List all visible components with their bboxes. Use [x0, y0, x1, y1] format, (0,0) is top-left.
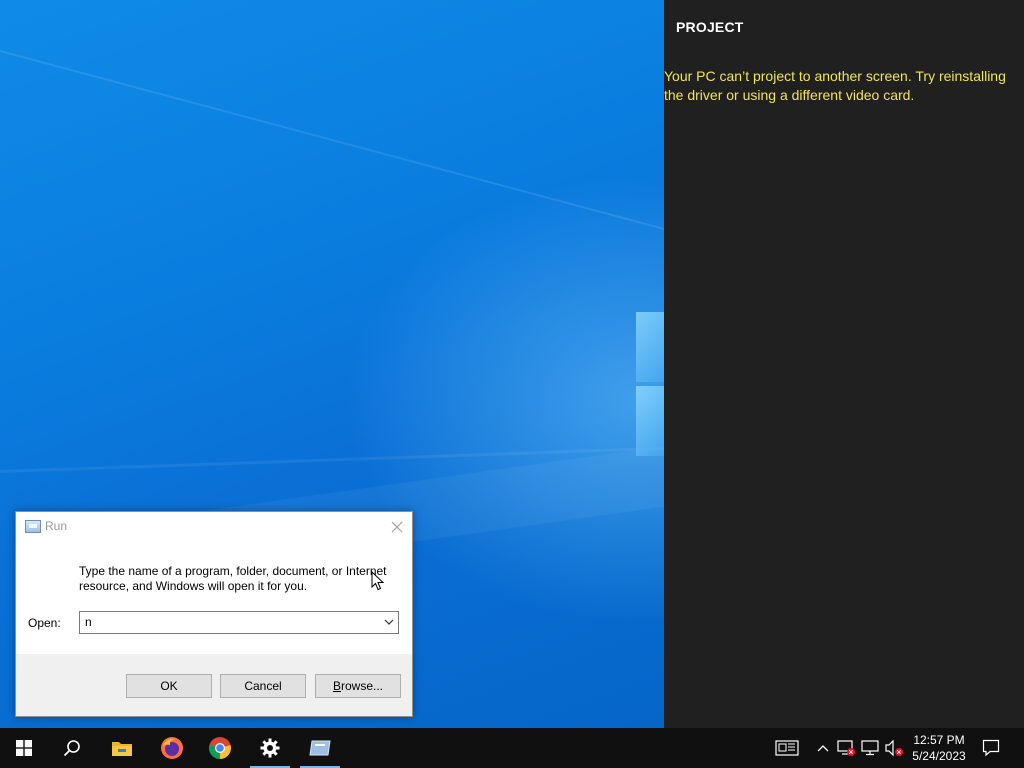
- volume-button[interactable]: [884, 738, 904, 758]
- firefox-icon: [161, 737, 183, 759]
- chevron-down-icon[interactable]: [384, 617, 394, 627]
- clock-date: 5/24/2023: [912, 749, 966, 763]
- run-footer: OK Cancel Browse...: [16, 654, 412, 716]
- browse-button[interactable]: Browse...: [315, 674, 401, 698]
- start-icon: [16, 740, 32, 756]
- project-error-message: Your PC can’t project to another screen.…: [664, 68, 1006, 103]
- news-icon: [775, 740, 799, 756]
- cancel-button[interactable]: Cancel: [220, 674, 306, 698]
- ok-button-label: OK: [160, 679, 178, 693]
- run-body: Type the name of a program, folder, docu…: [16, 542, 412, 654]
- mouse-cursor-icon: [371, 571, 385, 591]
- run-app-icon: [309, 740, 331, 756]
- run-description: Type the name of a program, folder, docu…: [79, 564, 387, 593]
- firefox-button[interactable]: [148, 728, 196, 768]
- run-title: Run: [45, 519, 68, 533]
- open-input[interactable]: n: [85, 615, 92, 629]
- chevron-up-icon: [817, 745, 829, 752]
- action-center-button[interactable]: [980, 738, 1002, 758]
- network-status-button[interactable]: [836, 738, 856, 758]
- clock[interactable]: 12:57 PM 5/24/2023: [906, 732, 972, 764]
- display-icon: [861, 740, 879, 756]
- chrome-icon: [208, 737, 231, 760]
- open-label: Open:: [28, 616, 61, 630]
- project-title: PROJECT: [676, 19, 744, 35]
- search-icon: [63, 740, 80, 757]
- chrome-button[interactable]: [196, 728, 244, 768]
- run-app-button[interactable]: [296, 728, 344, 768]
- notification-icon: [982, 739, 1000, 757]
- close-icon: [391, 521, 403, 533]
- cancel-button-label: Cancel: [244, 679, 282, 693]
- light-beam: [0, 50, 664, 249]
- display-button[interactable]: [860, 738, 880, 758]
- run-titlebar[interactable]: Run: [16, 512, 412, 542]
- file-explorer-icon: [112, 742, 132, 756]
- show-hidden-icons-button[interactable]: [814, 738, 832, 758]
- start-button[interactable]: [0, 728, 48, 768]
- run-dialog: Run Type the name of a program, folder, …: [15, 511, 413, 717]
- run-icon: [25, 520, 41, 533]
- search-button[interactable]: [48, 728, 96, 768]
- ok-button[interactable]: OK: [126, 674, 212, 698]
- project-pane: PROJECT Your PC can’t project to another…: [664, 0, 1024, 728]
- clock-time: 12:57 PM: [913, 733, 965, 747]
- network-error-icon: [837, 740, 855, 756]
- volume-muted-icon: [885, 739, 903, 757]
- taskbar: 12:57 PM 5/24/2023: [0, 728, 1024, 768]
- file-explorer-button[interactable]: [98, 728, 146, 768]
- settings-button[interactable]: [246, 728, 294, 768]
- close-button[interactable]: [386, 516, 408, 538]
- open-combobox[interactable]: n: [79, 611, 399, 634]
- news-button[interactable]: [774, 738, 800, 758]
- settings-icon: [260, 738, 280, 758]
- browse-button-label: Browse...: [332, 679, 384, 693]
